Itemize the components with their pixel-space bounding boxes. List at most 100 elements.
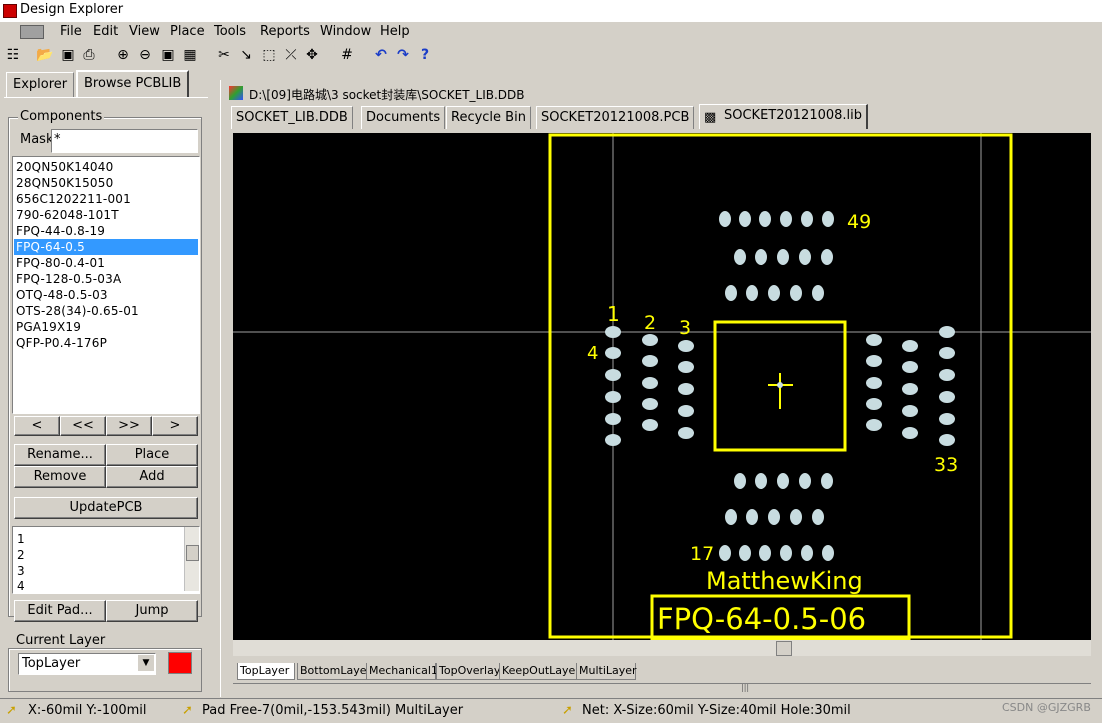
document-window: D:\[09]电路城\3 socket封装库\SOCKET_LIB.DDB SO… [220,80,1102,697]
window-hscrollbar[interactable]: ||| [233,683,1091,694]
tab-browse-pcblib[interactable]: Browse PCBLIB [76,70,190,98]
pad [605,326,621,338]
cut-icon[interactable]: ✂ [215,46,233,64]
tab-recycle-bin[interactable]: Recycle Bin [446,106,531,129]
layer-tab-bottomlayer[interactable]: BottomLayer [297,663,371,680]
layer-tab-mechanical1[interactable]: Mechanical1 [366,663,438,680]
tab-documents[interactable]: Documents [361,106,446,129]
list-item[interactable]: 2 [17,547,25,563]
menu-edit[interactable]: Edit [93,24,118,39]
components-list[interactable]: 20QN50K14040 28QN50K15050 656C1202211-00… [12,156,200,414]
layer-tab-keepoutlayer[interactable]: KeepOutLayer [499,663,580,680]
list-item[interactable]: 790-62048-101T [16,207,196,223]
print-icon[interactable]: ⎙ [80,46,98,64]
next-button[interactable]: >> [106,416,152,436]
layer-tab-topoverlay[interactable]: TopOverlay [436,663,500,680]
undo-icon[interactable]: ↶ [372,46,390,64]
scroll-grip[interactable]: ||| [741,684,751,692]
tab-explorer[interactable]: Explorer [6,72,75,97]
tab-socket-lib-active[interactable]: ▩ SOCKET20121008.lib [699,104,869,129]
list-item[interactable]: FPQ-80-0.4-01 [16,255,196,271]
rename-button[interactable]: Rename... [14,444,106,466]
edit-pad-button[interactable]: Edit Pad... [14,600,106,622]
help-icon[interactable]: ? [416,46,434,64]
menu-reports[interactable]: Reports [260,24,310,39]
pads-scrollbar[interactable] [184,527,199,591]
update-pcb-button[interactable]: UpdatePCB [14,497,198,519]
pad [642,398,658,410]
project-tree-icon[interactable]: ☷ [4,46,22,64]
last-button[interactable]: > [152,416,198,436]
menu-help[interactable]: Help [380,24,410,39]
first-button[interactable]: < [14,416,60,436]
zoom-area-icon[interactable]: ▦ [181,46,199,64]
list-item[interactable]: OTS-28(34)-0.65-01 [16,303,196,319]
scroll-thumb[interactable] [776,641,792,656]
pad [780,545,792,561]
place-button[interactable]: Place [106,444,198,466]
list-item[interactable]: 28QN50K15050 [16,175,196,191]
watermark: CSDN @GJZGRB [1002,701,1091,714]
wire-icon[interactable]: ↘ [237,46,255,64]
grid-icon[interactable]: # [338,46,356,64]
list-item[interactable]: PGA19X19 [16,319,196,335]
menu-view[interactable]: View [129,24,160,39]
pad [801,545,813,561]
zoom-out-icon[interactable]: ⊖ [136,46,154,64]
layer-tab-multilayer[interactable]: MultiLayer [576,663,637,680]
tab-socket-lib-ddb[interactable]: SOCKET_LIB.DDB [231,106,353,129]
select-area-icon[interactable]: ⬚ [260,46,278,64]
list-item[interactable]: 4 [17,579,25,591]
list-item[interactable]: 20QN50K14040 [16,159,196,175]
layer-tab-toplayer[interactable]: TopLayer [237,663,295,680]
pin-label-49: 49 [847,211,871,233]
menu-file[interactable]: File [60,24,82,39]
prev-button[interactable]: << [60,416,106,436]
list-item[interactable]: FPQ-128-0.5-03A [16,271,196,287]
pad [768,285,780,301]
document-title-bar: D:\[09]电路城\3 socket封装库\SOCKET_LIB.DDB [221,82,1102,104]
save-icon[interactable]: ▣ [59,46,77,64]
pad [777,249,789,265]
list-item[interactable]: 3 [17,563,25,579]
pad [902,361,918,373]
mask-input[interactable]: * [51,129,198,153]
chevron-down-icon[interactable]: ▼ [137,655,154,671]
layer-select[interactable]: TopLayer ▼ [18,653,156,675]
menu-tools[interactable]: Tools [214,24,246,39]
open-folder-icon[interactable]: 📂 [36,46,54,64]
add-button[interactable]: Add [106,466,198,488]
database-icon [229,86,243,100]
redo-icon[interactable]: ↷ [394,46,412,64]
pad [866,355,882,367]
zoom-fit-icon[interactable]: ▣ [159,46,177,64]
pads-list[interactable]: 1 2 3 4 [12,526,200,594]
scroll-thumb[interactable] [186,545,199,561]
menu-window[interactable]: Window [320,24,371,39]
list-item[interactable]: 1 [17,531,25,547]
list-item[interactable]: QFP-P0.4-176P [16,335,196,351]
pin-label-2: 2 [644,312,656,334]
list-item[interactable]: OTQ-48-0.5-03 [16,287,196,303]
deselect-icon[interactable]: ⤫ [282,46,300,64]
list-item[interactable]: FPQ-44-0.8-19 [16,223,196,239]
zoom-in-icon[interactable]: ⊕ [114,46,132,64]
designer-text: MatthewKing [706,567,863,595]
pcb-canvas[interactable]: 1 4 2 3 49 33 17 MatthewKing FPQ-64-0.5-… [233,133,1091,640]
layer-color-swatch[interactable] [168,652,192,674]
jump-button[interactable]: Jump [106,600,198,622]
pad [801,211,813,227]
list-item[interactable]: 656C1202211-001 [16,191,196,207]
tab-socket-pcb[interactable]: SOCKET20121008.PCB [536,106,695,129]
system-menu-icon[interactable] [20,25,44,39]
pad [790,509,802,525]
left-panel: Explorer Browse PCBLIB Components Mask *… [4,70,208,696]
canvas-hscrollbar[interactable] [233,640,1091,656]
pad [759,545,771,561]
pad [725,285,737,301]
app-title: Design Explorer [20,2,124,17]
menu-place[interactable]: Place [170,24,205,39]
move-icon[interactable]: ✥ [303,46,321,64]
remove-button[interactable]: Remove [14,466,106,488]
list-item-selected[interactable]: FPQ-64-0.5 [14,239,198,255]
